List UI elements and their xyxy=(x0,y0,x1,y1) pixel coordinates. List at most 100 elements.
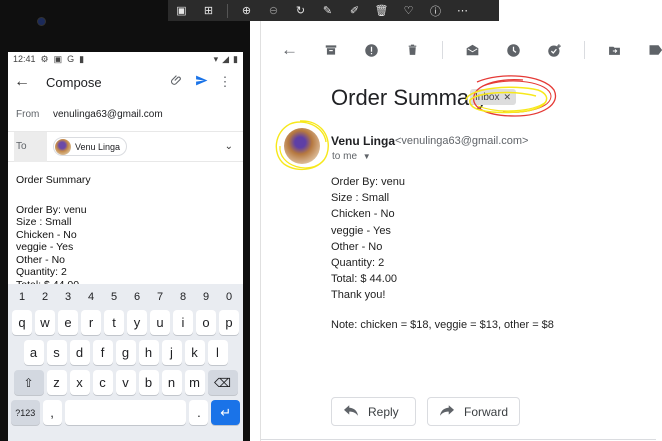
key-n[interactable]: n xyxy=(161,370,182,395)
key-i[interactable]: i xyxy=(173,310,193,335)
recipient-name: Venu Linga xyxy=(75,141,121,152)
key-2[interactable]: 2 xyxy=(35,291,55,303)
label-icon[interactable] xyxy=(644,40,662,60)
wifi-icon: ▾ xyxy=(213,53,219,64)
key-q[interactable]: q xyxy=(12,310,32,335)
toolbar-divider xyxy=(584,41,585,59)
key-r[interactable]: r xyxy=(81,310,101,335)
key-b[interactable]: b xyxy=(138,370,159,395)
email-body-line: Total: $ 44.00 xyxy=(331,273,398,286)
edit-icon[interactable]: ✎ xyxy=(314,0,341,21)
key-u[interactable]: u xyxy=(150,310,170,335)
key-d[interactable]: d xyxy=(69,340,90,365)
archive-icon[interactable] xyxy=(319,40,342,60)
crop-icon[interactable]: ▣ xyxy=(168,0,195,21)
back-arrow-icon[interactable]: ← xyxy=(278,40,301,60)
lock-icon: ▮ xyxy=(79,53,85,64)
key-w[interactable]: w xyxy=(35,310,55,335)
period-key[interactable]: . xyxy=(189,400,209,425)
divider xyxy=(261,439,656,440)
key-f[interactable]: f xyxy=(92,340,113,365)
backspace-icon[interactable]: ⌫ xyxy=(207,370,238,395)
avatar[interactable] xyxy=(284,128,320,164)
inbox-label-chip[interactable]: Inbox ✕ xyxy=(470,89,517,105)
zoom-out-icon[interactable]: ⊖ xyxy=(260,0,287,21)
key-3[interactable]: 3 xyxy=(58,291,78,303)
key-9[interactable]: 9 xyxy=(196,291,216,303)
key-t[interactable]: t xyxy=(104,310,124,335)
back-arrow-icon[interactable]: ← xyxy=(14,73,36,91)
recipient-details[interactable]: to me ▼ xyxy=(332,151,371,162)
sender-email: <venulinga63@gmail.com> xyxy=(395,135,529,147)
key-4[interactable]: 4 xyxy=(81,291,101,303)
more-icon[interactable]: ⋯ xyxy=(449,0,476,21)
sender-name: Venu Linga xyxy=(331,134,396,148)
email-body-line: Chicken - No xyxy=(331,208,395,221)
mark-unread-icon[interactable] xyxy=(461,40,484,60)
key-o[interactable]: o xyxy=(196,310,216,335)
enter-icon[interactable]: ↵ xyxy=(211,400,240,425)
status-bar: 12:41 ⚙ ▣ G ▮ ▾ ◢ ▮ xyxy=(8,52,243,66)
key-row-2: a s d f g h j k l xyxy=(11,340,240,365)
from-row[interactable]: From venulinga63@gmail.com xyxy=(8,98,243,132)
key-0[interactable]: 0 xyxy=(219,291,239,303)
key-6[interactable]: 6 xyxy=(127,291,147,303)
key-x[interactable]: x xyxy=(69,370,90,395)
email-body-line: Thank you! xyxy=(331,289,386,302)
email-body-line: Size : Small xyxy=(331,192,390,205)
forward-icon xyxy=(440,404,454,419)
gmail-toolbar: ← ⋮ xyxy=(278,38,662,62)
move-to-icon[interactable] xyxy=(603,40,626,60)
key-z[interactable]: z xyxy=(46,370,67,395)
send-icon[interactable] xyxy=(189,74,213,90)
shift-icon[interactable]: ⇧ xyxy=(13,370,44,395)
key-7[interactable]: 7 xyxy=(150,291,170,303)
key-k[interactable]: k xyxy=(184,340,205,365)
close-icon[interactable]: ✕ xyxy=(503,92,511,103)
to-me-label: to me xyxy=(332,151,358,162)
symbols-key[interactable]: ?123 xyxy=(11,400,40,425)
info-icon[interactable]: ⓘ xyxy=(422,0,449,21)
key-h[interactable]: h xyxy=(138,340,159,365)
snooze-icon[interactable] xyxy=(502,40,525,60)
key-c[interactable]: c xyxy=(92,370,113,395)
key-p[interactable]: p xyxy=(219,310,239,335)
delete-icon[interactable] xyxy=(401,40,424,60)
reply-button[interactable]: Reply xyxy=(331,397,416,426)
delete-icon[interactable]: 🗑 xyxy=(368,0,395,21)
draw-icon[interactable]: ✐ xyxy=(341,0,368,21)
key-1[interactable]: 1 xyxy=(12,291,32,303)
key-a[interactable]: a xyxy=(23,340,44,365)
image-plus-icon[interactable]: ⊞ xyxy=(195,0,222,21)
key-l[interactable]: l xyxy=(207,340,228,365)
comma-key[interactable]: , xyxy=(42,400,62,425)
key-5[interactable]: 5 xyxy=(104,291,124,303)
key-s[interactable]: s xyxy=(46,340,67,365)
google-icon: G xyxy=(67,54,75,64)
compose-body-line: Quantity: 2 xyxy=(16,266,67,278)
attach-icon[interactable] xyxy=(165,74,189,90)
more-vert-icon[interactable]: ⋮ xyxy=(213,74,237,90)
forward-button[interactable]: Forward xyxy=(427,397,520,426)
chevron-down-icon[interactable]: ▼ xyxy=(363,152,371,161)
recipient-chip[interactable]: Venu Linga xyxy=(53,137,128,156)
favorite-icon[interactable]: ♡ xyxy=(395,0,422,21)
zoom-in-icon[interactable]: ⊕ xyxy=(233,0,260,21)
report-spam-icon[interactable] xyxy=(360,40,383,60)
key-8[interactable]: 8 xyxy=(173,291,193,303)
space-key[interactable] xyxy=(64,400,187,425)
add-task-icon[interactable] xyxy=(543,40,566,60)
compose-subject: Order Summary xyxy=(16,174,91,186)
rotate-icon[interactable]: ↻ xyxy=(287,0,314,21)
key-m[interactable]: m xyxy=(184,370,205,395)
key-y[interactable]: y xyxy=(127,310,147,335)
chevron-down-icon[interactable]: ⌄ xyxy=(225,141,233,152)
to-row[interactable]: To Venu Linga ⌄ xyxy=(8,131,243,162)
key-v[interactable]: v xyxy=(115,370,136,395)
key-e[interactable]: e xyxy=(58,310,78,335)
compose-body[interactable]: Order Summary Order By: venu Size : Smal… xyxy=(8,162,243,291)
key-g[interactable]: g xyxy=(115,340,136,365)
key-j[interactable]: j xyxy=(161,340,182,365)
battery-icon: ▮ xyxy=(233,53,238,64)
compose-body-line: veggie - Yes xyxy=(16,241,74,253)
